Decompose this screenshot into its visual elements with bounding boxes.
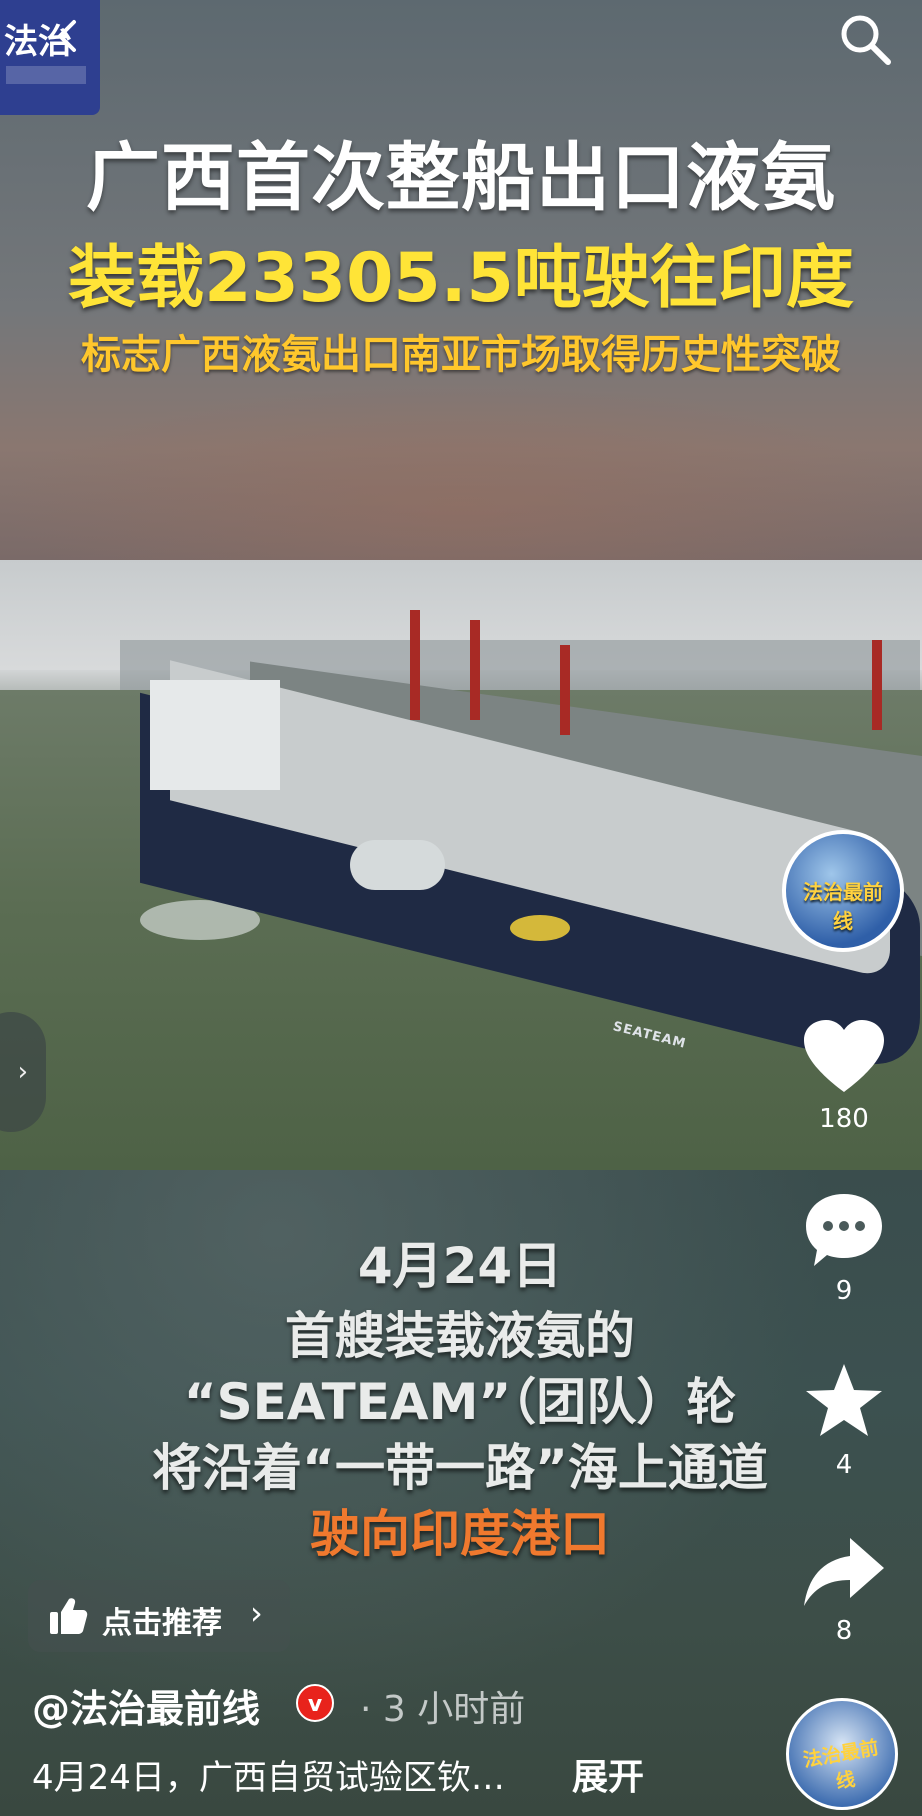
- music-disc-avatar[interactable]: 法治最前线: [786, 1698, 898, 1810]
- expand-button[interactable]: 展开: [572, 1748, 644, 1800]
- video-ship-helipad: [510, 915, 570, 941]
- recommend-label: 点击推荐: [102, 1606, 222, 1641]
- share-icon[interactable]: [798, 1534, 890, 1614]
- video-red-pipe: [560, 645, 570, 735]
- star-icon[interactable]: [798, 1360, 890, 1444]
- video-ship-tank: [350, 840, 445, 890]
- video-red-pipe: [470, 620, 480, 720]
- back-icon[interactable]: [46, 14, 90, 58]
- post-description[interactable]: 4月24日，广西自贸试验区钦…: [32, 1750, 505, 1799]
- headline-title: 广西首次整船出口液氨: [86, 135, 836, 221]
- verified-badge: v: [296, 1684, 334, 1722]
- author-name[interactable]: @法治最前线: [32, 1678, 260, 1733]
- share-count: 8: [835, 1616, 853, 1646]
- comment-icon[interactable]: [798, 1190, 890, 1274]
- video-red-pipe: [410, 610, 420, 720]
- headline-subtitle: 装载23305.5吨驶往印度: [68, 239, 854, 318]
- video-red-pipe: [872, 640, 882, 730]
- channel-avatar-label: 法治最前线: [803, 880, 883, 933]
- video-frame[interactable]: SEATEAM: [0, 560, 922, 1170]
- recommend-button[interactable]: 点击推荐 ›: [28, 1580, 290, 1652]
- search-icon[interactable]: [836, 10, 896, 70]
- chevron-right-icon: ›: [250, 1594, 263, 1632]
- comment-count: 9: [835, 1276, 853, 1306]
- chevron-right-icon[interactable]: ›: [0, 1012, 46, 1132]
- channel-avatar[interactable]: 法治最前线: [782, 830, 904, 952]
- favorite-count: 4: [835, 1450, 853, 1480]
- caption-line: “SEATEAM”（团队）轮: [183, 1373, 737, 1431]
- caption-line: 首艘装载液氨的: [285, 1307, 635, 1365]
- post-time: · 3 小时前: [360, 1689, 526, 1730]
- video-ship-bridge: [150, 680, 280, 790]
- headline-tagline: 标志广西液氨出口南亚市场取得历史性突破: [81, 332, 841, 378]
- caption-line: 将沿着“一带一路”海上通道: [152, 1439, 768, 1497]
- caption-date: 4月24日: [357, 1237, 563, 1295]
- channel-logo-sub: [6, 66, 86, 84]
- thumb-up-icon: [48, 1596, 88, 1636]
- music-disc-label: 法治最前线: [801, 1736, 881, 1794]
- caption-highlight: 驶向印度港口: [310, 1505, 610, 1563]
- like-count: 180: [819, 1104, 869, 1134]
- heart-icon[interactable]: [798, 1018, 890, 1100]
